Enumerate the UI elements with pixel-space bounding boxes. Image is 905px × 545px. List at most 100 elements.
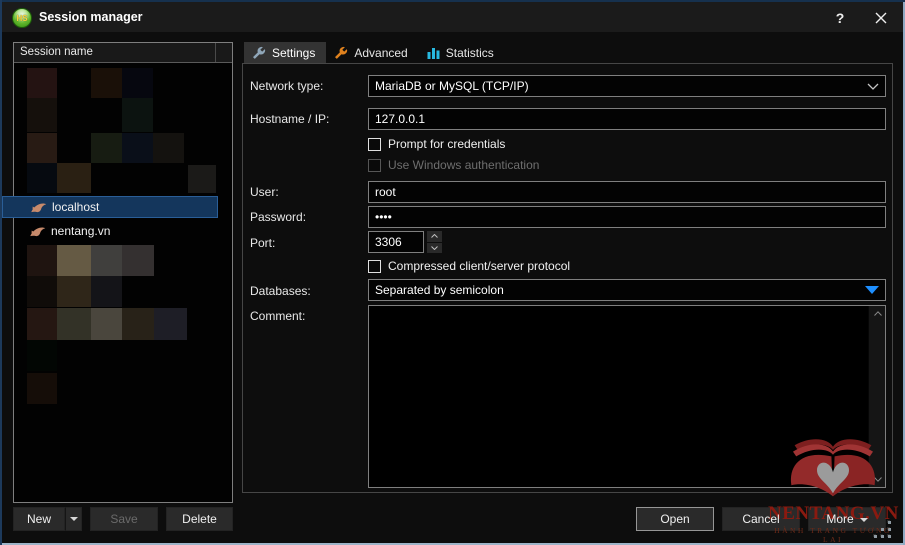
session-name-column-header[interactable]: Session name (14, 43, 232, 63)
compressed-protocol-checkbox[interactable] (368, 260, 381, 273)
comment-scrollbar[interactable] (868, 306, 885, 487)
chevron-down-icon (431, 246, 438, 250)
prompt-credentials-checkbox[interactable] (368, 138, 381, 151)
databases-select[interactable]: Separated by semicolon (368, 279, 886, 301)
dolphin-icon (30, 201, 47, 214)
title-bar: HS Session manager ? (2, 2, 903, 32)
password-input[interactable] (368, 206, 886, 228)
redacted-session-block (27, 133, 57, 163)
redacted-session-block (91, 308, 122, 340)
delete-button-label: Delete (182, 512, 217, 526)
redacted-session-block (27, 276, 57, 307)
save-button[interactable]: Save (90, 507, 158, 531)
port-spinner (427, 231, 442, 253)
redacted-session-block (57, 163, 91, 193)
session-manager-dialog: HS Session manager ? Session name localh… (0, 0, 905, 545)
close-button[interactable] (866, 6, 896, 29)
password-label: Password: (250, 210, 306, 224)
wrench-orange-icon (334, 46, 348, 60)
user-label: User: (250, 185, 279, 199)
tab-bar: Settings Advanced Statistics (244, 42, 505, 63)
cancel-button[interactable]: Cancel (722, 507, 800, 531)
scroll-down-button[interactable] (869, 472, 886, 487)
wrench-gray-icon (252, 46, 266, 60)
hostname-input[interactable] (368, 108, 886, 130)
port-input[interactable] (368, 231, 424, 253)
spinner-up-button[interactable] (427, 231, 442, 242)
chevron-down-icon (70, 517, 78, 521)
help-button[interactable]: ? (825, 6, 855, 29)
redacted-session-block (57, 276, 91, 307)
comment-label: Comment: (250, 309, 305, 323)
redacted-session-block (27, 340, 57, 371)
tab-statistics[interactable]: Statistics (419, 42, 505, 63)
redacted-session-block (27, 373, 57, 404)
delete-button[interactable]: Delete (166, 507, 233, 531)
chevron-down-icon (874, 477, 882, 482)
databases-label: Databases: (250, 284, 311, 298)
bar-chart-icon (427, 46, 440, 60)
tab-label: Advanced (354, 46, 407, 60)
checkbox-label: Prompt for credentials (388, 137, 505, 151)
dropdown-arrow-icon (865, 286, 879, 294)
network-type-select[interactable]: MariaDB or MySQL (TCP/IP) (368, 75, 886, 97)
network-type-label: Network type: (250, 79, 323, 93)
chevron-down-icon (860, 518, 868, 522)
heidisql-app-icon: HS (12, 8, 32, 28)
close-icon (875, 12, 887, 24)
compressed-protocol-row[interactable]: Compressed client/server protocol (368, 259, 570, 273)
app-icon-text: HS (16, 14, 27, 23)
redacted-session-block (57, 308, 91, 340)
cancel-button-label: Cancel (742, 512, 779, 526)
redacted-session-block (27, 68, 57, 98)
new-button-label: New (27, 512, 51, 526)
redacted-session-block (27, 98, 57, 132)
redacted-session-block (27, 163, 57, 193)
windows-auth-row: Use Windows authentication (368, 158, 539, 172)
tab-settings[interactable]: Settings (244, 42, 326, 63)
redacted-session-block (91, 276, 122, 307)
redacted-session-block (27, 245, 57, 276)
dolphin-icon (29, 225, 46, 238)
hostname-label: Hostname / IP: (250, 112, 329, 126)
port-label: Port: (250, 236, 275, 250)
redacted-session-block (188, 165, 216, 193)
redacted-session-block (122, 98, 153, 132)
windows-auth-checkbox (368, 159, 381, 172)
network-type-value: MariaDB or MySQL (TCP/IP) (375, 79, 529, 93)
tab-label: Settings (272, 46, 315, 60)
prompt-credentials-row[interactable]: Prompt for credentials (368, 137, 505, 151)
spinner-down-button[interactable] (427, 243, 442, 254)
redacted-session-block (122, 133, 153, 163)
window-title: Session manager (39, 10, 143, 24)
redacted-session-block (91, 133, 122, 163)
session-item-nentang[interactable]: nentang.vn (2, 220, 218, 242)
new-dropdown-button[interactable] (65, 507, 82, 531)
more-button[interactable]: More (808, 507, 886, 531)
databases-value: Separated by semicolon (375, 283, 504, 297)
redacted-session-block (153, 133, 184, 163)
chevron-up-icon (431, 234, 438, 238)
chevron-up-icon (874, 311, 882, 316)
tab-advanced[interactable]: Advanced (326, 42, 418, 63)
comment-input[interactable] (369, 306, 867, 487)
session-item-label: nentang.vn (51, 224, 110, 238)
redacted-session-block (122, 68, 153, 98)
redacted-session-block (57, 245, 91, 276)
more-button-label: More (826, 512, 867, 526)
redacted-session-block (122, 308, 154, 340)
open-button-label: Open (660, 512, 689, 526)
new-button[interactable]: New (13, 507, 65, 531)
save-button-label: Save (110, 512, 137, 526)
user-input[interactable] (368, 181, 886, 203)
open-button[interactable]: Open (636, 507, 714, 531)
checkbox-label: Compressed client/server protocol (388, 259, 570, 273)
scroll-up-button[interactable] (869, 306, 886, 321)
comment-field-frame (368, 305, 886, 488)
column-divider (215, 43, 232, 62)
redacted-session-block (154, 308, 187, 340)
checkbox-label: Use Windows authentication (388, 158, 539, 172)
session-item-localhost[interactable]: localhost (2, 196, 218, 218)
chevron-down-icon (867, 83, 879, 90)
redacted-session-block (91, 68, 122, 98)
